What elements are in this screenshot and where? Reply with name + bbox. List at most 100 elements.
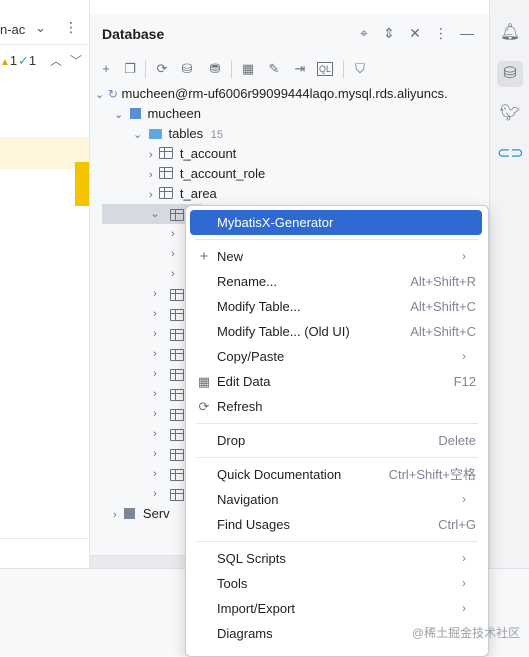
chevron-right-icon[interactable]: ›	[167, 224, 179, 244]
menu-item-label: Edit Data	[217, 374, 271, 389]
ok-count: 1	[28, 53, 37, 68]
chevron-right-icon[interactable]: ›	[149, 189, 153, 201]
copy-icon[interactable]: ❐	[121, 60, 139, 78]
minimize-icon[interactable]: —	[458, 24, 476, 42]
tables-label: tables	[168, 126, 204, 141]
toolbar-separator	[145, 60, 146, 78]
chevron-down-icon[interactable]: ⌄	[114, 109, 123, 121]
menu-item-label: Modify Table...	[217, 299, 301, 314]
chevron-right-icon[interactable]: ›	[149, 484, 161, 504]
chevron-right-icon[interactable]: ›	[149, 149, 153, 161]
expand-collapse-icon[interactable]: ⇕	[380, 24, 398, 42]
table-label: t_account_role	[179, 166, 266, 181]
menu-item-label: Rename...	[217, 274, 277, 289]
chevron-right-icon[interactable]: ›	[149, 464, 161, 484]
schema-sync-icon[interactable]: ⛁	[178, 60, 196, 78]
chevron-down-icon[interactable]: ⌄	[95, 89, 104, 101]
chevron-down-icon[interactable]: ⌄	[35, 20, 46, 36]
chevron-down-icon[interactable]: ⌄	[133, 129, 142, 141]
table-label: t_area	[179, 186, 217, 201]
mybatis-icon[interactable]: 🐦︎	[497, 101, 523, 127]
table-icon	[159, 147, 174, 159]
menu-item-label: MybatisX-Generator	[217, 215, 334, 230]
chevron-right-icon[interactable]: ›	[149, 284, 161, 304]
divider	[0, 538, 89, 539]
editor-area	[0, 0, 90, 568]
table-icon	[170, 349, 184, 361]
menu-item-shortcut: F12	[453, 374, 476, 389]
menu-item-shortcut: Alt+Shift+C	[410, 324, 476, 339]
menu-item-label: Drop	[217, 433, 246, 448]
chevron-right-icon: ›	[462, 601, 466, 615]
change-marker	[75, 162, 89, 206]
menu-item-label: Diagrams	[217, 626, 273, 641]
chevron-right-icon[interactable]: ›	[149, 404, 161, 424]
collapse-all-icon[interactable]: ✕	[406, 24, 424, 42]
menu-item-label: Copy/Paste	[217, 349, 285, 364]
schema-label: mucheen	[147, 106, 201, 121]
menu-item-label: Quick Documentation	[217, 467, 342, 482]
tree-tables-folder[interactable]: ⌄ tables 15	[133, 124, 223, 144]
menu-item-shortcut: Ctrl+G	[438, 517, 476, 532]
jump-icon[interactable]: ⇥	[291, 60, 309, 78]
watermark: @稀土掘金技术社区	[412, 626, 521, 640]
more-options-icon[interactable]: ⋮	[432, 24, 450, 42]
chevron-right-icon[interactable]: ›	[149, 304, 161, 324]
chevron-right-icon: ›	[462, 551, 466, 565]
table-icon	[170, 389, 184, 401]
warning-indicator[interactable]: ▲1	[0, 53, 17, 68]
chevron-right-icon[interactable]: ›	[149, 444, 161, 464]
table-icon	[170, 209, 184, 221]
tree-schema[interactable]: ⌄ mucheen	[114, 104, 201, 124]
connection-label: mucheen@rm-uf6006r99099444laqo.mysql.rds…	[121, 86, 448, 101]
database-icon[interactable]: ⛁	[497, 61, 523, 87]
table-icon[interactable]: ▦	[239, 60, 257, 78]
menu-item-shortcut: Alt+Shift+C	[410, 299, 476, 314]
menu-item-label: Navigation	[217, 492, 279, 507]
table-icon	[170, 469, 184, 481]
chevron-up-icon[interactable]: ︿	[50, 52, 62, 69]
more-options-icon[interactable]: ⋮	[64, 19, 78, 36]
tree-table-row[interactable]: › t_area	[149, 184, 217, 204]
filter-icon[interactable]: ⛉	[351, 60, 369, 78]
chevron-right-icon[interactable]: ›	[167, 264, 179, 284]
chevron-right-icon[interactable]: ›	[149, 324, 161, 344]
menu-item-shortcut: Delete	[438, 433, 476, 448]
chevron-right-icon[interactable]: ›	[167, 244, 179, 264]
table-icon	[170, 289, 184, 301]
chevron-right-icon[interactable]: ›	[149, 384, 161, 404]
menu-item-label: Modify Table... (Old UI)	[217, 324, 350, 339]
chevron-right-icon: ›	[462, 576, 466, 590]
tree-table-row[interactable]: › t_account_role	[149, 164, 265, 184]
menu-separator	[196, 541, 478, 542]
datasource-icon[interactable]: ⛃	[206, 60, 224, 78]
query-console-icon[interactable]: QL	[317, 62, 333, 76]
table-icon	[170, 329, 184, 341]
chevron-right-icon[interactable]: ›	[149, 344, 161, 364]
tree-connection[interactable]: ⌄ ↻ mucheen@rm-uf6006r99099444laqo.mysql…	[95, 84, 448, 104]
chevron-right-icon[interactable]: ›	[149, 364, 161, 384]
editor-tab-label: n-ac	[0, 22, 26, 37]
server-icon	[124, 508, 136, 519]
tree-server-objects[interactable]: › Serv	[113, 504, 170, 524]
chevron-right-icon[interactable]: ›	[149, 169, 153, 181]
table-icon	[170, 489, 184, 501]
chevron-right-icon[interactable]: ›	[149, 424, 161, 444]
menu-item-shortcut: Ctrl+Shift+空格	[388, 467, 476, 482]
add-icon[interactable]: +	[97, 60, 115, 78]
panel-title: Database	[102, 26, 165, 42]
target-icon[interactable]: ⌖	[355, 24, 373, 42]
chevron-down-icon[interactable]: ﹀	[70, 52, 82, 69]
tree-table-row[interactable]: › t_account	[149, 144, 236, 164]
server-label: Serv	[142, 506, 170, 521]
notifications-icon[interactable]: 🔔︎	[497, 20, 523, 46]
chevron-right-icon[interactable]: ›	[113, 509, 117, 521]
plugin-icon[interactable]: ⊂⊃	[497, 141, 524, 167]
refresh-icon[interactable]: ⟳	[153, 60, 171, 78]
tables-count: 15	[210, 129, 224, 141]
menu-item-shortcut: Alt+Shift+R	[410, 274, 476, 289]
edit-icon[interactable]: ✎	[265, 60, 283, 78]
ok-indicator[interactable]: ✓1	[18, 53, 36, 69]
chevron-down-icon[interactable]: ⌄	[149, 204, 161, 224]
check-icon: ✓	[18, 53, 29, 68]
